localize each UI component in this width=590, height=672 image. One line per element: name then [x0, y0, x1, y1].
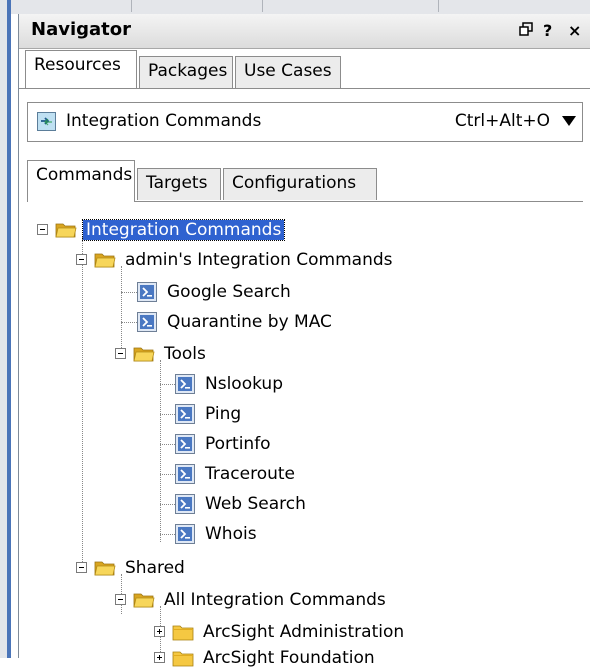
tree-node-all-commands[interactable]: All Integration Commands	[133, 586, 389, 614]
expand-toggle[interactable]	[154, 626, 165, 637]
tree-node-quarantine[interactable]: Quarantine by MAC	[137, 308, 335, 336]
folder-icon	[172, 649, 194, 667]
resource-selector-label: Integration Commands	[66, 111, 262, 131]
tree-node-label: admin's Integration Commands	[125, 250, 393, 270]
open-folder-icon	[133, 345, 155, 363]
command-icon	[175, 404, 195, 424]
dropdown-arrow-icon[interactable]	[562, 116, 576, 126]
top-window-edge	[11, 0, 590, 14]
tree-node-label: Integration Commands	[81, 219, 286, 241]
tree-node-label: Google Search	[167, 282, 291, 302]
left-window-edge	[0, 0, 11, 658]
tab-label: Targets	[146, 173, 208, 193]
collapse-toggle[interactable]	[76, 562, 87, 573]
tab-resources[interactable]: Resources	[25, 50, 137, 88]
tree-node-tool[interactable]: Nslookup	[175, 370, 286, 398]
tab-configurations[interactable]: Configurations	[223, 168, 377, 200]
open-folder-icon	[94, 559, 116, 577]
panel-title: Navigator	[31, 19, 131, 40]
tab-label: Resources	[34, 55, 121, 75]
tree-node-tool[interactable]: Portinfo	[175, 430, 274, 458]
tab-label: Packages	[148, 61, 228, 81]
command-tree: Integration Commands admin's Integration…	[19, 202, 590, 668]
tree-node-label: All Integration Commands	[164, 590, 386, 610]
tab-label: Use Cases	[244, 61, 332, 81]
tab-targets[interactable]: Targets	[137, 168, 221, 200]
command-icon	[175, 434, 195, 454]
tree-node-tool[interactable]: Ping	[175, 400, 244, 428]
tree-node-label: Portinfo	[205, 434, 271, 454]
tree-node-label: Whois	[205, 524, 257, 544]
open-folder-icon	[94, 251, 116, 269]
tree-node-label: Quarantine by MAC	[167, 312, 332, 332]
tree-node-label: ArcSight Administration	[203, 622, 405, 642]
collapse-toggle[interactable]	[115, 594, 126, 605]
folder-icon	[172, 623, 194, 641]
tree-node-tool[interactable]: Whois	[175, 520, 260, 548]
tab-label: Commands	[36, 165, 133, 185]
command-icon	[137, 312, 157, 332]
tab-use-cases[interactable]: Use Cases	[235, 56, 341, 88]
collapse-toggle[interactable]	[115, 348, 126, 359]
tree-node-root[interactable]: Integration Commands	[55, 216, 286, 244]
tree-node-admin-group[interactable]: admin's Integration Commands	[94, 246, 396, 274]
help-icon[interactable]: ?	[543, 21, 552, 40]
collapse-toggle[interactable]	[76, 254, 87, 265]
tree-node-label: Ping	[205, 404, 242, 424]
restore-icon[interactable]	[519, 21, 533, 40]
tree-node-tools[interactable]: Tools	[133, 340, 209, 368]
open-folder-icon	[133, 591, 155, 609]
inner-tab-bar: Commands Targets Configurations	[27, 160, 583, 204]
outer-tab-bar: Resources Packages Use Cases	[19, 50, 590, 90]
panel-titlebar: Navigator ? ×	[19, 14, 590, 49]
integration-commands-icon	[37, 112, 56, 131]
command-icon	[175, 494, 195, 514]
tree-node-label: Nslookup	[205, 374, 283, 394]
command-icon	[137, 282, 157, 302]
tab-commands[interactable]: Commands	[27, 160, 135, 202]
collapse-toggle[interactable]	[37, 224, 48, 235]
tree-node-label: Traceroute	[205, 464, 296, 484]
tree-node-tool[interactable]: Web Search	[175, 490, 309, 518]
tree-node-arcsight-foundation[interactable]: ArcSight Foundation	[172, 644, 378, 672]
tab-packages[interactable]: Packages	[139, 56, 233, 88]
close-icon[interactable]: ×	[568, 21, 581, 40]
tree-node-arcsight-admin[interactable]: ArcSight Administration	[172, 618, 407, 646]
open-folder-icon	[55, 221, 77, 239]
command-icon	[175, 374, 195, 394]
tree-node-google-search[interactable]: Google Search	[137, 278, 294, 306]
tree-node-label: Tools	[164, 344, 206, 364]
command-icon	[175, 464, 195, 484]
tree-node-shared[interactable]: Shared	[94, 554, 188, 582]
tab-label: Configurations	[232, 173, 357, 193]
navigator-panel: Navigator ? × Resources Packages Use Cas…	[18, 14, 590, 668]
tree-node-tool[interactable]: Traceroute	[175, 460, 298, 488]
tree-node-label: Web Search	[205, 494, 306, 514]
command-icon	[175, 524, 195, 544]
tree-node-label: Shared	[125, 558, 185, 578]
resource-selector-shortcut: Ctrl+Alt+O	[454, 111, 550, 131]
resource-type-selector[interactable]: Integration Commands Ctrl+Alt+O	[27, 102, 583, 142]
tree-node-label: ArcSight Foundation	[203, 648, 375, 668]
